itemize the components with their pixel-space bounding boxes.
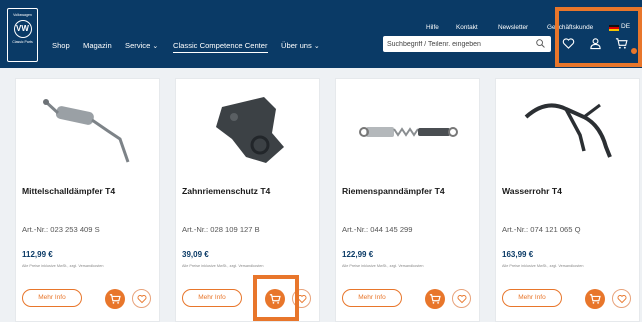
heart-icon [617, 295, 627, 304]
nav-classic-competence-center[interactable]: Classic Competence Center [173, 41, 268, 53]
chevron-down-icon: ⌄ [313, 43, 320, 50]
product-image-water-pipe [524, 103, 612, 158]
product-image-timing-belt-cover [216, 97, 284, 163]
search-box [383, 36, 551, 52]
more-info-button[interactable]: Mehr Info [342, 289, 402, 307]
product-price: 112,99 € [22, 250, 53, 259]
site-header: Volkswagen VW Classic Parts Shop Magazin… [0, 0, 642, 68]
price-note: Alle Preise inklusive MwSt., zzgl. Versa… [182, 264, 264, 268]
add-to-cart-button[interactable] [425, 289, 445, 309]
vw-logo-icon: VW [13, 20, 32, 38]
more-info-button[interactable]: Mehr Info [502, 289, 562, 307]
product-card[interactable]: Mittelschalldämpfer T4 Art.-Nr.: 023 253… [15, 78, 160, 322]
article-number: Art.-Nr.: 023 253 409 S [22, 225, 100, 234]
product-image-silencer [43, 99, 130, 163]
meta-nav-hilfe[interactable]: Hilfe [426, 24, 439, 31]
nav-magazin[interactable]: Magazin [83, 41, 112, 50]
heart-icon [457, 295, 467, 304]
wishlist-button[interactable] [452, 289, 471, 308]
product-price: 163,99 € [502, 250, 534, 259]
highlight-box-add-to-cart [253, 275, 299, 321]
search-icon[interactable] [536, 39, 545, 48]
chevron-down-icon: ⌄ [152, 43, 159, 50]
product-price: 39,09 € [182, 250, 209, 259]
logo-text-top: Volkswagen [13, 13, 32, 17]
cart-icon [429, 294, 441, 304]
more-info-button[interactable]: Mehr Info [22, 289, 82, 307]
product-title[interactable]: Zahnriemenschutz T4 [182, 186, 270, 196]
product-card[interactable]: Riemenspanndämpfer T4 Art.-Nr.: 044 145 … [335, 78, 480, 322]
product-title[interactable]: Riemenspanndämpfer T4 [342, 186, 445, 196]
article-number: Art.-Nr.: 028 109 127 B [182, 225, 260, 234]
more-info-button[interactable]: Mehr Info [182, 289, 242, 307]
vw-classic-parts-logo[interactable]: Volkswagen VW Classic Parts [7, 8, 38, 62]
nav-ueber-uns[interactable]: Über uns ⌄ [281, 41, 320, 50]
article-number: Art.-Nr.: 044 145 299 [342, 225, 413, 234]
nav-service[interactable]: Service ⌄ [125, 41, 158, 50]
logo-text-bottom: Classic Parts [12, 40, 33, 44]
wishlist-button[interactable] [612, 289, 631, 308]
product-image-belt-tensioner-damper [359, 127, 458, 137]
cart-icon [589, 294, 601, 304]
nav-ueber-uns-label: Über uns [281, 41, 312, 50]
price-note: Alle Preise inklusive MwSt., zzgl. Versa… [502, 264, 584, 268]
product-title[interactable]: Wasserrohr T4 [502, 186, 562, 196]
product-card[interactable]: Wasserrohr T4 Art.-Nr.: 074 121 065 Q 16… [495, 78, 640, 322]
meta-nav-newsletter[interactable]: Newsletter [498, 24, 528, 31]
meta-nav-kontakt[interactable]: Kontakt [456, 24, 478, 31]
nav-shop[interactable]: Shop [52, 41, 70, 50]
article-number: Art.-Nr.: 074 121 065 Q [502, 225, 581, 234]
price-note: Alle Preise inklusive MwSt., zzgl. Versa… [22, 264, 104, 268]
product-title[interactable]: Mittelschalldämpfer T4 [22, 186, 115, 196]
wishlist-button[interactable] [132, 289, 151, 308]
price-note: Alle Preise inklusive MwSt., zzgl. Versa… [342, 264, 424, 268]
heart-icon [137, 295, 147, 304]
product-price: 122,99 € [342, 250, 374, 259]
add-to-cart-button[interactable] [105, 289, 125, 309]
add-to-cart-button[interactable] [585, 289, 605, 309]
cart-icon [109, 294, 121, 304]
search-input[interactable] [387, 38, 527, 50]
nav-service-label: Service [125, 41, 151, 50]
highlight-box-header-icons [555, 7, 642, 67]
